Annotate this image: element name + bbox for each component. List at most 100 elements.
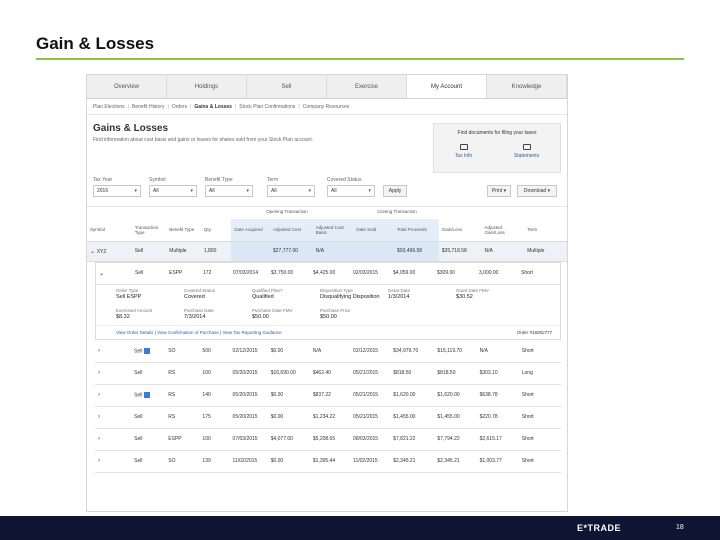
column-header[interactable]: Symbol <box>87 219 132 242</box>
subnav-item-benefit-history[interactable]: Benefit History <box>132 104 165 110</box>
lot-value-acq: 07/03/2014 <box>233 270 259 277</box>
download-label: Download <box>523 188 547 194</box>
download-button[interactable]: Download ▾ <box>517 185 557 197</box>
column-header[interactable]: Benefit Type <box>166 219 201 242</box>
column-header[interactable]: Gain/Loss <box>438 219 482 242</box>
lot-value-txn: Sell <box>134 392 143 399</box>
lot-cell-adj: N/A <box>477 340 519 362</box>
subnav-item-plan-elections[interactable]: Plan Elections <box>93 104 125 110</box>
expand-cell[interactable]: › <box>95 362 131 384</box>
lot-cell-qty: 172 <box>200 263 230 285</box>
lot-value-acq: 05/20/2015 <box>232 392 258 398</box>
chevron-right-icon[interactable]: › <box>98 392 100 398</box>
subnav-item-gains-losses[interactable]: Gains & Losses <box>194 104 232 110</box>
apply-button[interactable]: Apply <box>383 185 407 197</box>
caret-down-icon: ▾ <box>547 188 551 194</box>
lot-cell-acq: 02/12/2015 <box>230 340 268 362</box>
tax-info-link[interactable]: Tax Info <box>455 144 472 159</box>
lot-value-term: Short <box>521 392 534 398</box>
lot-cell-gain: $818.50 <box>434 362 476 384</box>
tab-holdings[interactable]: Holdings <box>167 75 247 98</box>
tab-knowledge[interactable]: Knowledge <box>487 75 567 98</box>
benefit-type-select[interactable]: All ▾ <box>205 185 253 197</box>
print-button[interactable]: Print ▾ <box>487 185 511 197</box>
subnav-separator: | <box>190 104 192 110</box>
detail-label: Purchase Date FMV <box>252 308 293 313</box>
expand-cell[interactable]: › <box>95 384 131 406</box>
detail-label: Exercised Amount <box>116 308 153 313</box>
covered-status-value: All <box>331 188 337 194</box>
chevron-right-icon[interactable]: › <box>98 370 100 376</box>
lot-cell-adj: $638.78 <box>477 384 519 406</box>
expand-cell[interactable]: › <box>95 428 131 450</box>
lot-cell-sold: 08/03/2015 <box>350 428 390 450</box>
tab-my-account[interactable]: My Account <box>407 75 487 98</box>
lot-cell-basis: $4,425.00 <box>310 263 350 285</box>
benefit-type-label: Benefit Type <box>205 177 233 183</box>
lot-cell-txn: Sell <box>131 362 165 384</box>
column-header[interactable]: Transaction Type <box>131 219 167 242</box>
lot-row[interactable]: › Sell RS 175 05/20/2015 $0.00 $1,234.22 05/21/… <box>95 406 561 428</box>
chevron-down-icon[interactable]: ⌄ <box>99 271 104 277</box>
subnav-item-orders[interactable]: Orders <box>172 104 187 110</box>
lot-detail-links[interactable]: View Order Details | View Confirmation o… <box>96 325 560 339</box>
info-badge-icon[interactable] <box>144 347 151 354</box>
tab-overview[interactable]: Overview <box>87 75 167 98</box>
chevron-right-icon[interactable]: › <box>98 458 100 464</box>
detail-value: $8.32 <box>116 314 130 320</box>
column-header[interactable]: Date Sold <box>353 219 395 242</box>
lot-value-sold: 05/21/2015 <box>353 392 379 398</box>
lot-row[interactable]: › Sell SO 500 02/12/2015 $0.00 N/A 02/12/2015 $3… <box>95 340 561 362</box>
lot-cell-term: Short <box>518 263 560 285</box>
detail-value: 1/3/2014 <box>388 294 410 300</box>
gains-losses-table: Symbol Transaction Type Benefit Type Qty. Da… <box>87 219 567 262</box>
expand-cell[interactable]: › <box>95 450 131 472</box>
lot-cell-qty: 140 <box>199 384 229 406</box>
column-header[interactable]: Term <box>524 219 567 242</box>
subnav-separator: | <box>234 104 237 110</box>
lot-row[interactable]: ⌄ Sell ESPP 172 07/03/2014 $3,750.00 $4,425.00… <box>96 263 560 285</box>
tab-exercise[interactable]: Exercise <box>327 75 407 98</box>
column-header[interactable]: Adjusted Cost <box>270 219 313 242</box>
chevron-down-icon[interactable]: ⌄ <box>90 249 97 255</box>
order-number: Order #16952777 <box>516 330 552 335</box>
subnav-item-stock-plan-confirmations[interactable]: Stock Plan Confirmations <box>239 104 295 110</box>
column-header[interactable]: Date Acquired <box>231 219 270 242</box>
info-badge-icon[interactable] <box>144 391 151 398</box>
chevron-right-icon[interactable]: › <box>98 348 100 354</box>
lot-value-adj: $1,003.77 <box>479 458 502 464</box>
term-select[interactable]: All ▾ <box>267 185 315 197</box>
tab-sell[interactable]: Sell <box>247 75 327 98</box>
lot-cell-term: Long <box>519 362 561 384</box>
etrade-logo: E*TRADE <box>577 523 622 533</box>
lot-cell-term: Short <box>519 340 561 362</box>
lot-value-sold: 11/02/2015 <box>353 458 378 464</box>
lot-value-term: Short <box>521 436 534 442</box>
lot-value-cost: $4,077.00 <box>270 436 293 442</box>
detail-links-text[interactable]: View Order Details | View Confirmation o… <box>116 330 282 335</box>
symbol-select[interactable]: All ▾ <box>149 185 197 197</box>
lot-row[interactable]: › Sell ESPP 100 07/03/2015 $4,077.00 $5,208.65… <box>95 428 561 450</box>
lot-row[interactable]: › Sell RS 100 05/20/2015 $16,690.00 $462.40 05/… <box>95 362 561 384</box>
chevron-right-icon[interactable]: › <box>98 436 100 442</box>
expand-cell[interactable]: › <box>95 406 131 428</box>
summary-row[interactable]: ⌄ XYZ Sell Multiple 1,800 $27,777.00 N/A $93,4… <box>87 241 567 262</box>
lot-cell-cost: $4,077.00 <box>268 428 310 450</box>
covered-status-select[interactable]: All ▾ <box>327 185 375 197</box>
lot-row[interactable]: › Sell SO 139 11/02/2015 $0.00 $1,395.44 11/02/… <box>95 450 561 472</box>
lot-cell-qty: 139 <box>199 450 229 472</box>
lot-cell-benefit: SO <box>165 340 199 362</box>
chevron-right-icon[interactable]: › <box>98 414 100 420</box>
lot-value-benefit: RS <box>168 414 176 420</box>
subnav-item-company-resources[interactable]: Company Resources <box>303 104 350 110</box>
lot-row[interactable]: › Sell RS 140 05/20/2015 $0.00 $837.22 05/21/20… <box>95 384 561 406</box>
column-header[interactable]: Qty. <box>200 219 232 242</box>
column-header[interactable]: Adjusted Gain/Loss <box>481 219 525 242</box>
expand-cell[interactable]: › <box>95 340 131 362</box>
column-header[interactable]: Adjusted Cost Basis <box>312 219 354 242</box>
expand-cell[interactable]: ⌄ <box>96 263 132 285</box>
statements-link[interactable]: Statements <box>514 144 539 159</box>
lot-cell-sold: 05/21/2015 <box>350 362 390 384</box>
column-header[interactable]: Total Proceeds <box>394 219 439 242</box>
tax-year-select[interactable]: 2016 ▾ <box>93 185 141 197</box>
